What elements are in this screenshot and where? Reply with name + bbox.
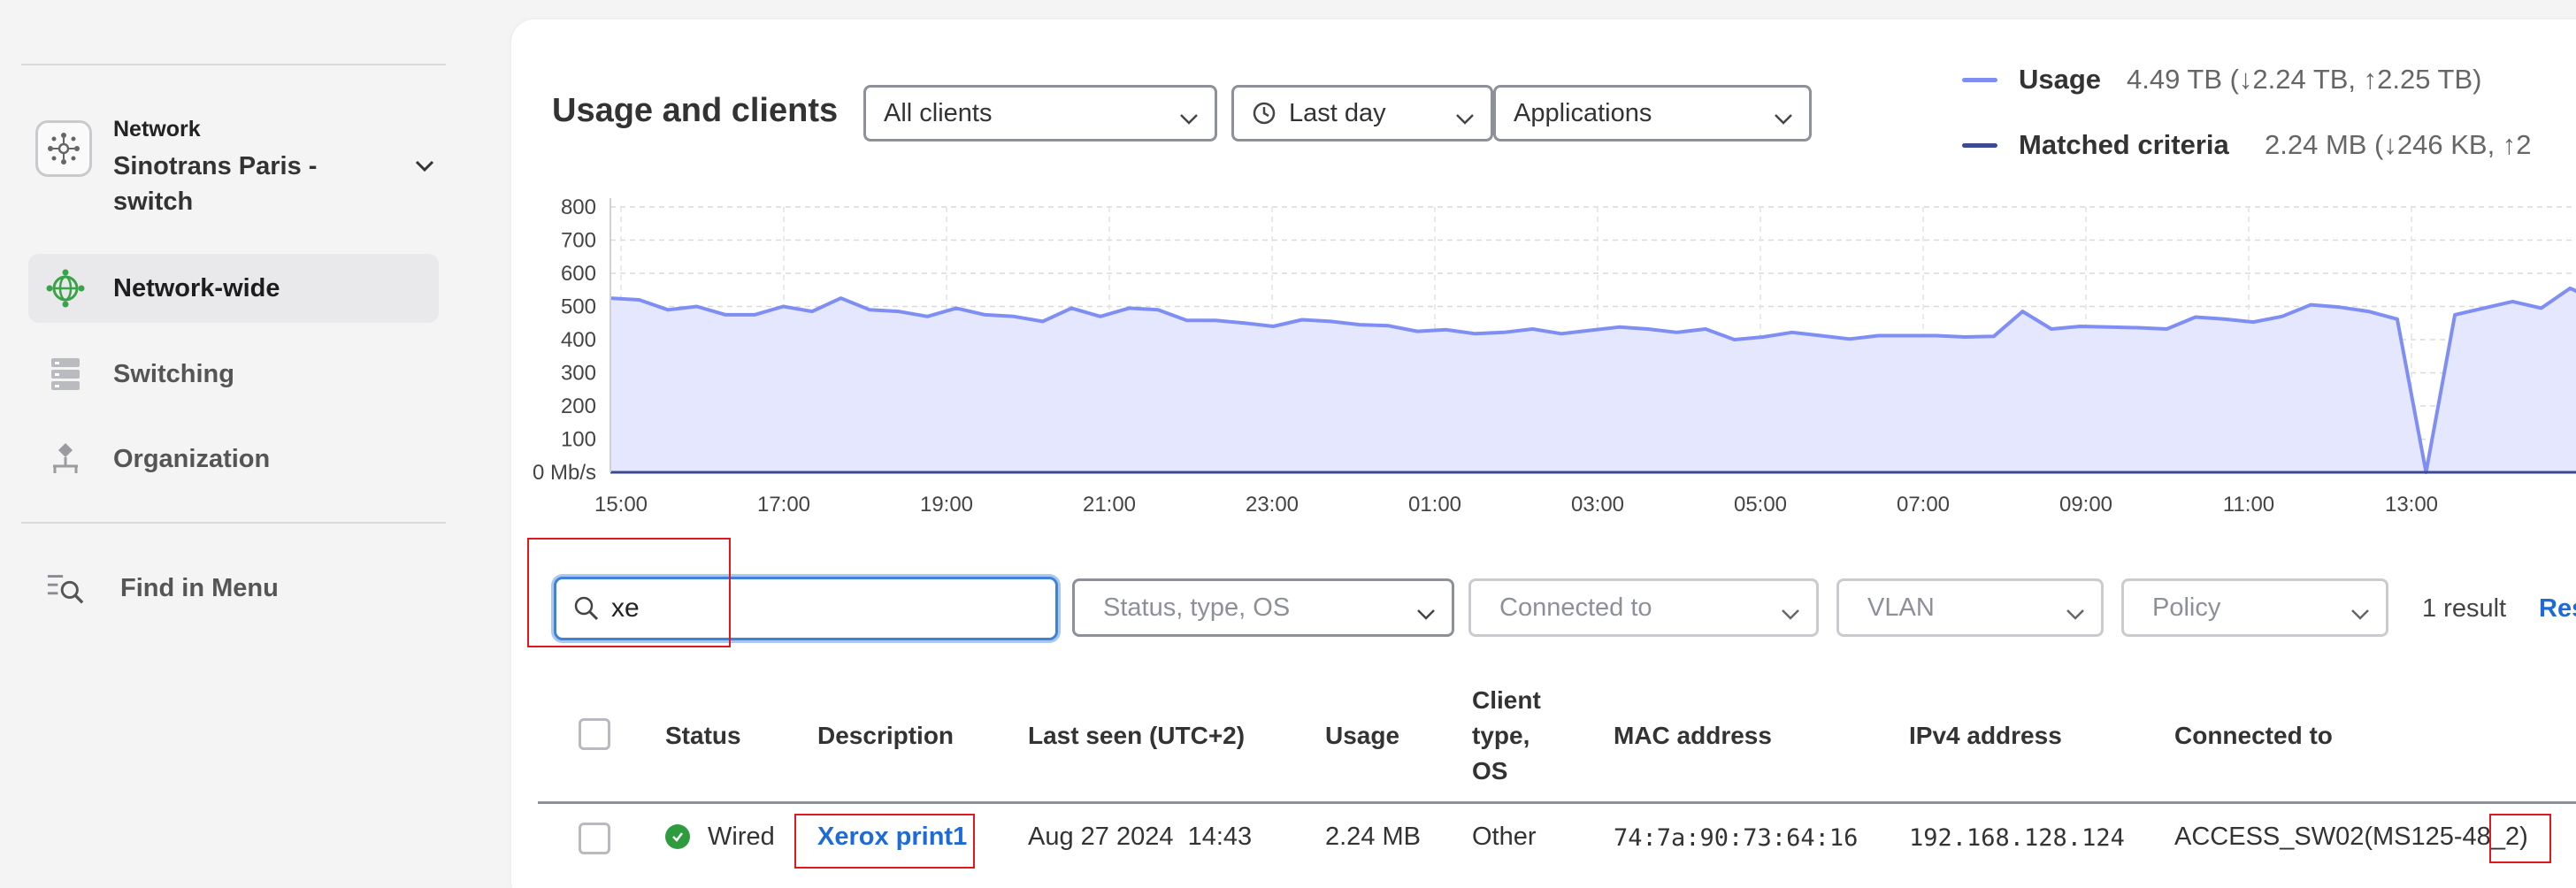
status-ok-icon: [665, 824, 690, 849]
row-connected-to[interactable]: ACCESS_SW02(MS125-48_2): [2174, 823, 2528, 852]
row-usage: 2.24 MB: [1325, 823, 1421, 851]
column-header-client-type-line: OS: [1472, 757, 1508, 785]
y-tick-label: 700: [561, 229, 596, 253]
sidebar-item-label: Organization: [113, 444, 271, 473]
search-input[interactable]: [611, 593, 1018, 624]
y-tick-label: 600: [561, 262, 596, 286]
policy-filter[interactable]: Policy: [2121, 578, 2388, 637]
network-name: Sinotrans Paris - switch: [113, 152, 318, 216]
usage-chart: 800 700 600 500 400 300 200 100 0 Mb/s 15:00 17:00…: [511, 19, 2576, 550]
sidebar-item-network-wide[interactable]: Network-wide: [28, 254, 439, 323]
row-checkbox[interactable]: [579, 823, 610, 854]
status-type-os-filter[interactable]: Status, type, OS: [1072, 578, 1454, 637]
sidebar-divider: [21, 522, 446, 524]
x-tick-label: 03:00: [1571, 493, 1624, 517]
x-tick-label: 09:00: [2059, 493, 2112, 517]
y-tick-label: 500: [561, 295, 596, 319]
switch-stack-icon: [46, 355, 85, 394]
sidebar: Network Sinotrans Paris - switch Network…: [0, 0, 495, 888]
x-tick-label: 21:00: [1083, 493, 1136, 517]
vlan-filter-placeholder: VLAN: [1867, 593, 1935, 622]
sidebar-divider: [21, 64, 446, 65]
column-header-description[interactable]: Description: [817, 718, 954, 754]
column-header-last-seen[interactable]: Last seen (UTC+2): [1028, 718, 1245, 754]
network-selector[interactable]: Network Sinotrans Paris - switch: [35, 110, 451, 225]
y-tick-label: 0 Mb/s: [533, 461, 596, 485]
column-header-connected-to[interactable]: Connected to: [2174, 718, 2333, 754]
row-status: Wired: [708, 823, 775, 851]
network-wide-icon: [46, 269, 85, 308]
sidebar-item-label: Switching: [113, 359, 234, 388]
column-header-client-type-line: type,: [1472, 722, 1530, 749]
row-mac: 74:7a:90:73:64:16: [1614, 824, 1859, 852]
chevron-down-icon: [1416, 599, 1436, 628]
x-tick-label: 13:00: [2385, 493, 2438, 517]
organization-icon: [46, 440, 85, 478]
find-in-menu-label: Find in Menu: [120, 573, 279, 602]
find-in-menu-button[interactable]: Find in Menu: [28, 554, 439, 623]
sidebar-item-organization[interactable]: Organization: [28, 425, 439, 494]
search-icon: [572, 594, 601, 623]
y-tick-label: 200: [561, 394, 596, 418]
network-icon: [35, 120, 92, 177]
column-header-ipv4[interactable]: IPv4 address: [1909, 718, 2062, 754]
client-search-box[interactable]: [554, 577, 1058, 640]
column-header-mac[interactable]: MAC address: [1614, 718, 1772, 754]
y-tick-label: 800: [561, 195, 596, 219]
sidebar-item-label: Network-wide: [113, 273, 280, 302]
x-tick-label: 17:00: [757, 493, 810, 517]
status-filter-placeholder: Status, type, OS: [1103, 593, 1291, 622]
chevron-down-icon: [2066, 599, 2085, 628]
row-last-seen: Aug 27 2024 14:43: [1028, 823, 1253, 851]
chevron-down-icon: [1781, 599, 1800, 628]
row-client-type: Other: [1472, 823, 1537, 851]
y-tick-label: 100: [561, 428, 596, 452]
connected-filter-placeholder: Connected to: [1499, 593, 1652, 622]
x-tick-label: 07:00: [1897, 493, 1950, 517]
x-tick-label: 11:00: [2223, 493, 2274, 517]
table-header-divider: [538, 801, 2576, 804]
x-tick-label: 19:00: [920, 493, 973, 517]
chevron-down-icon: [2350, 599, 2370, 628]
network-kicker: Network: [113, 117, 201, 142]
result-count: 1 result: [2422, 594, 2507, 623]
x-tick-label: 15:00: [594, 493, 648, 517]
policy-filter-placeholder: Policy: [2152, 593, 2221, 622]
column-header-client-type-line: Client: [1472, 686, 1541, 714]
row-ipv4: 192.168.128.124: [1909, 824, 2125, 852]
main-panel: Usage and clients All clients Last day A…: [511, 19, 2576, 888]
x-tick-label: 01:00: [1408, 493, 1461, 517]
reset-filters-link[interactable]: Res: [2539, 594, 2576, 624]
y-tick-label: 400: [561, 328, 596, 352]
usage-chart-svg: 800 700 600 500 400 300 200 100 0 Mb/s 15:00 17:00…: [533, 195, 2576, 517]
sidebar-item-switching[interactable]: Switching: [28, 340, 439, 409]
y-tick-label: 300: [561, 362, 596, 386]
x-tick-label: 23:00: [1246, 493, 1299, 517]
column-header-usage[interactable]: Usage: [1325, 718, 1399, 754]
vlan-filter[interactable]: VLAN: [1836, 578, 2104, 637]
row-description-link[interactable]: Xerox print1: [817, 823, 967, 852]
column-header-status[interactable]: Status: [665, 718, 741, 754]
x-tick-label: 05:00: [1734, 493, 1787, 517]
connected-to-filter[interactable]: Connected to: [1468, 578, 1819, 637]
select-all-checkbox[interactable]: [579, 718, 610, 750]
chevron-down-icon[interactable]: [407, 149, 442, 184]
column-header-client-type[interactable]: Client type, OS: [1472, 683, 1541, 789]
search-menu-icon: [46, 569, 85, 608]
